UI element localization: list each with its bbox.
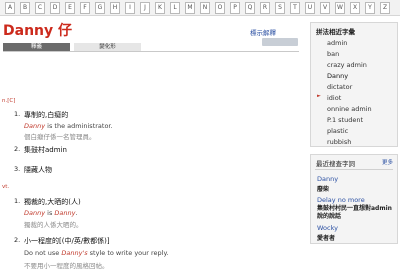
- letter-key-z[interactable]: Z: [380, 2, 390, 14]
- example-translation: 獨裁的人係大晒的。: [24, 221, 83, 229]
- example-translation: 個白癡仔係一名管理員。: [24, 133, 96, 141]
- definition-text: 獨裁的,大晒的(人): [24, 198, 81, 206]
- entry-number: 3.: [14, 165, 21, 173]
- definition-text: 專制的,白癡的: [24, 111, 69, 119]
- letter-key-g[interactable]: G: [95, 2, 105, 14]
- letter-key-t[interactable]: T: [290, 2, 300, 14]
- related-word-link[interactable]: idiot: [327, 94, 341, 102]
- example-end: .: [75, 209, 78, 217]
- letter-key-v[interactable]: V: [320, 2, 330, 14]
- letter-key-s[interactable]: S: [275, 2, 285, 14]
- letter-key-y[interactable]: Y: [365, 2, 375, 14]
- example-translation: 不要用小一程度的風格回帖。: [24, 262, 109, 270]
- letter-key-r[interactable]: R: [260, 2, 270, 14]
- related-word-link[interactable]: ban: [327, 50, 339, 58]
- related-word-link[interactable]: admin: [327, 39, 347, 47]
- definition-text: 小一程度的[(中/英/數都係)]: [24, 237, 110, 245]
- definition-text: 集鼓村admin: [24, 146, 67, 154]
- related-panel-title: 拼法相近字彙: [316, 28, 355, 36]
- letter-key-j[interactable]: J: [140, 2, 150, 14]
- pos-label-verb: vt.: [2, 184, 10, 190]
- entry-number: 1.: [14, 110, 21, 118]
- letter-key-l[interactable]: L: [170, 2, 180, 14]
- letter-key-o[interactable]: O: [215, 2, 225, 14]
- letter-key-e[interactable]: E: [65, 2, 75, 14]
- example-keyword: Danny's: [61, 249, 88, 257]
- more-link[interactable]: 更多: [382, 158, 393, 166]
- related-word-link[interactable]: P.1 student: [327, 116, 363, 124]
- alphabet-bar: ABCDEFGHIJKLMNOPQRSTUVWXYZ: [0, 0, 400, 16]
- current-arrow-icon: ►: [317, 93, 321, 99]
- letter-key-u[interactable]: U: [305, 2, 315, 14]
- recent-searches-panel: 最近搜查字詞 更多 Danny 廢柴 Delay no more 集鼓村村民一直…: [310, 154, 398, 244]
- entry-number: 2.: [14, 236, 21, 244]
- example-keyword: Danny: [54, 209, 76, 217]
- example-sentence: Danny is Danny.: [24, 209, 78, 217]
- example-keyword: Danny: [24, 209, 46, 217]
- headword-title: Danny 仔: [3, 23, 73, 39]
- recent-word-link[interactable]: Delay no more: [317, 196, 365, 204]
- letter-key-k[interactable]: K: [155, 2, 165, 14]
- tab-inflection[interactable]: 變化形: [74, 43, 141, 51]
- related-word-link[interactable]: crazy admin: [327, 61, 367, 69]
- letter-key-w[interactable]: W: [335, 2, 345, 14]
- letter-key-d[interactable]: D: [50, 2, 60, 14]
- letter-key-m[interactable]: M: [185, 2, 195, 14]
- recent-panel-title: 最近搜查字詞: [316, 160, 355, 168]
- related-word-link[interactable]: rubbish: [327, 138, 351, 146]
- related-words-panel: 拼法相近字彙 ► admin ban crazy admin Danny dictato…: [310, 22, 398, 147]
- blurred-image: [262, 38, 298, 46]
- letter-key-n[interactable]: N: [200, 2, 210, 14]
- letter-key-a[interactable]: A: [5, 2, 15, 14]
- tab-definition[interactable]: 釋義: [3, 43, 70, 51]
- example-sentence: Do not use Danny's style to write your r…: [24, 249, 168, 257]
- recent-word-meaning: 集鼓村村民一直想對admin說的說話: [317, 205, 392, 220]
- example-sentence: Danny is the administrator.: [24, 122, 113, 130]
- letter-key-b[interactable]: B: [20, 2, 30, 14]
- panel-divider: [315, 169, 393, 170]
- recent-word-link[interactable]: Wocky: [317, 224, 338, 232]
- tab-divider: [3, 51, 299, 52]
- recent-word-meaning: 廢柴: [317, 186, 330, 193]
- related-word-link[interactable]: plastic: [327, 127, 348, 135]
- example-mid: is: [45, 209, 55, 217]
- letter-key-i[interactable]: I: [125, 2, 135, 14]
- letter-key-x[interactable]: X: [350, 2, 360, 14]
- recent-word-meaning: 愛者者: [317, 235, 336, 242]
- letter-key-q[interactable]: Q: [245, 2, 255, 14]
- letter-key-f[interactable]: F: [80, 2, 90, 14]
- letter-key-c[interactable]: C: [35, 2, 45, 14]
- pos-label-noun: n.[C]: [2, 98, 16, 104]
- example-rest: is the administrator.: [45, 122, 113, 130]
- label-explanation-link[interactable]: 標示解釋: [250, 27, 276, 37]
- recent-word-link[interactable]: Danny: [317, 175, 338, 183]
- example-pre: Do not use: [24, 249, 62, 257]
- example-keyword: Danny: [24, 122, 46, 130]
- definition-text: 隱藏人物: [24, 166, 52, 174]
- entry-number: 1.: [14, 197, 21, 205]
- letter-key-h[interactable]: H: [110, 2, 120, 14]
- entry-number: 2.: [14, 145, 21, 153]
- related-word-link[interactable]: dictator: [327, 83, 352, 91]
- example-rest: style to write your reply.: [87, 249, 169, 257]
- related-word-link[interactable]: Danny: [327, 72, 348, 80]
- letter-key-p[interactable]: P: [230, 2, 240, 14]
- related-word-link[interactable]: onnine admin: [327, 105, 372, 113]
